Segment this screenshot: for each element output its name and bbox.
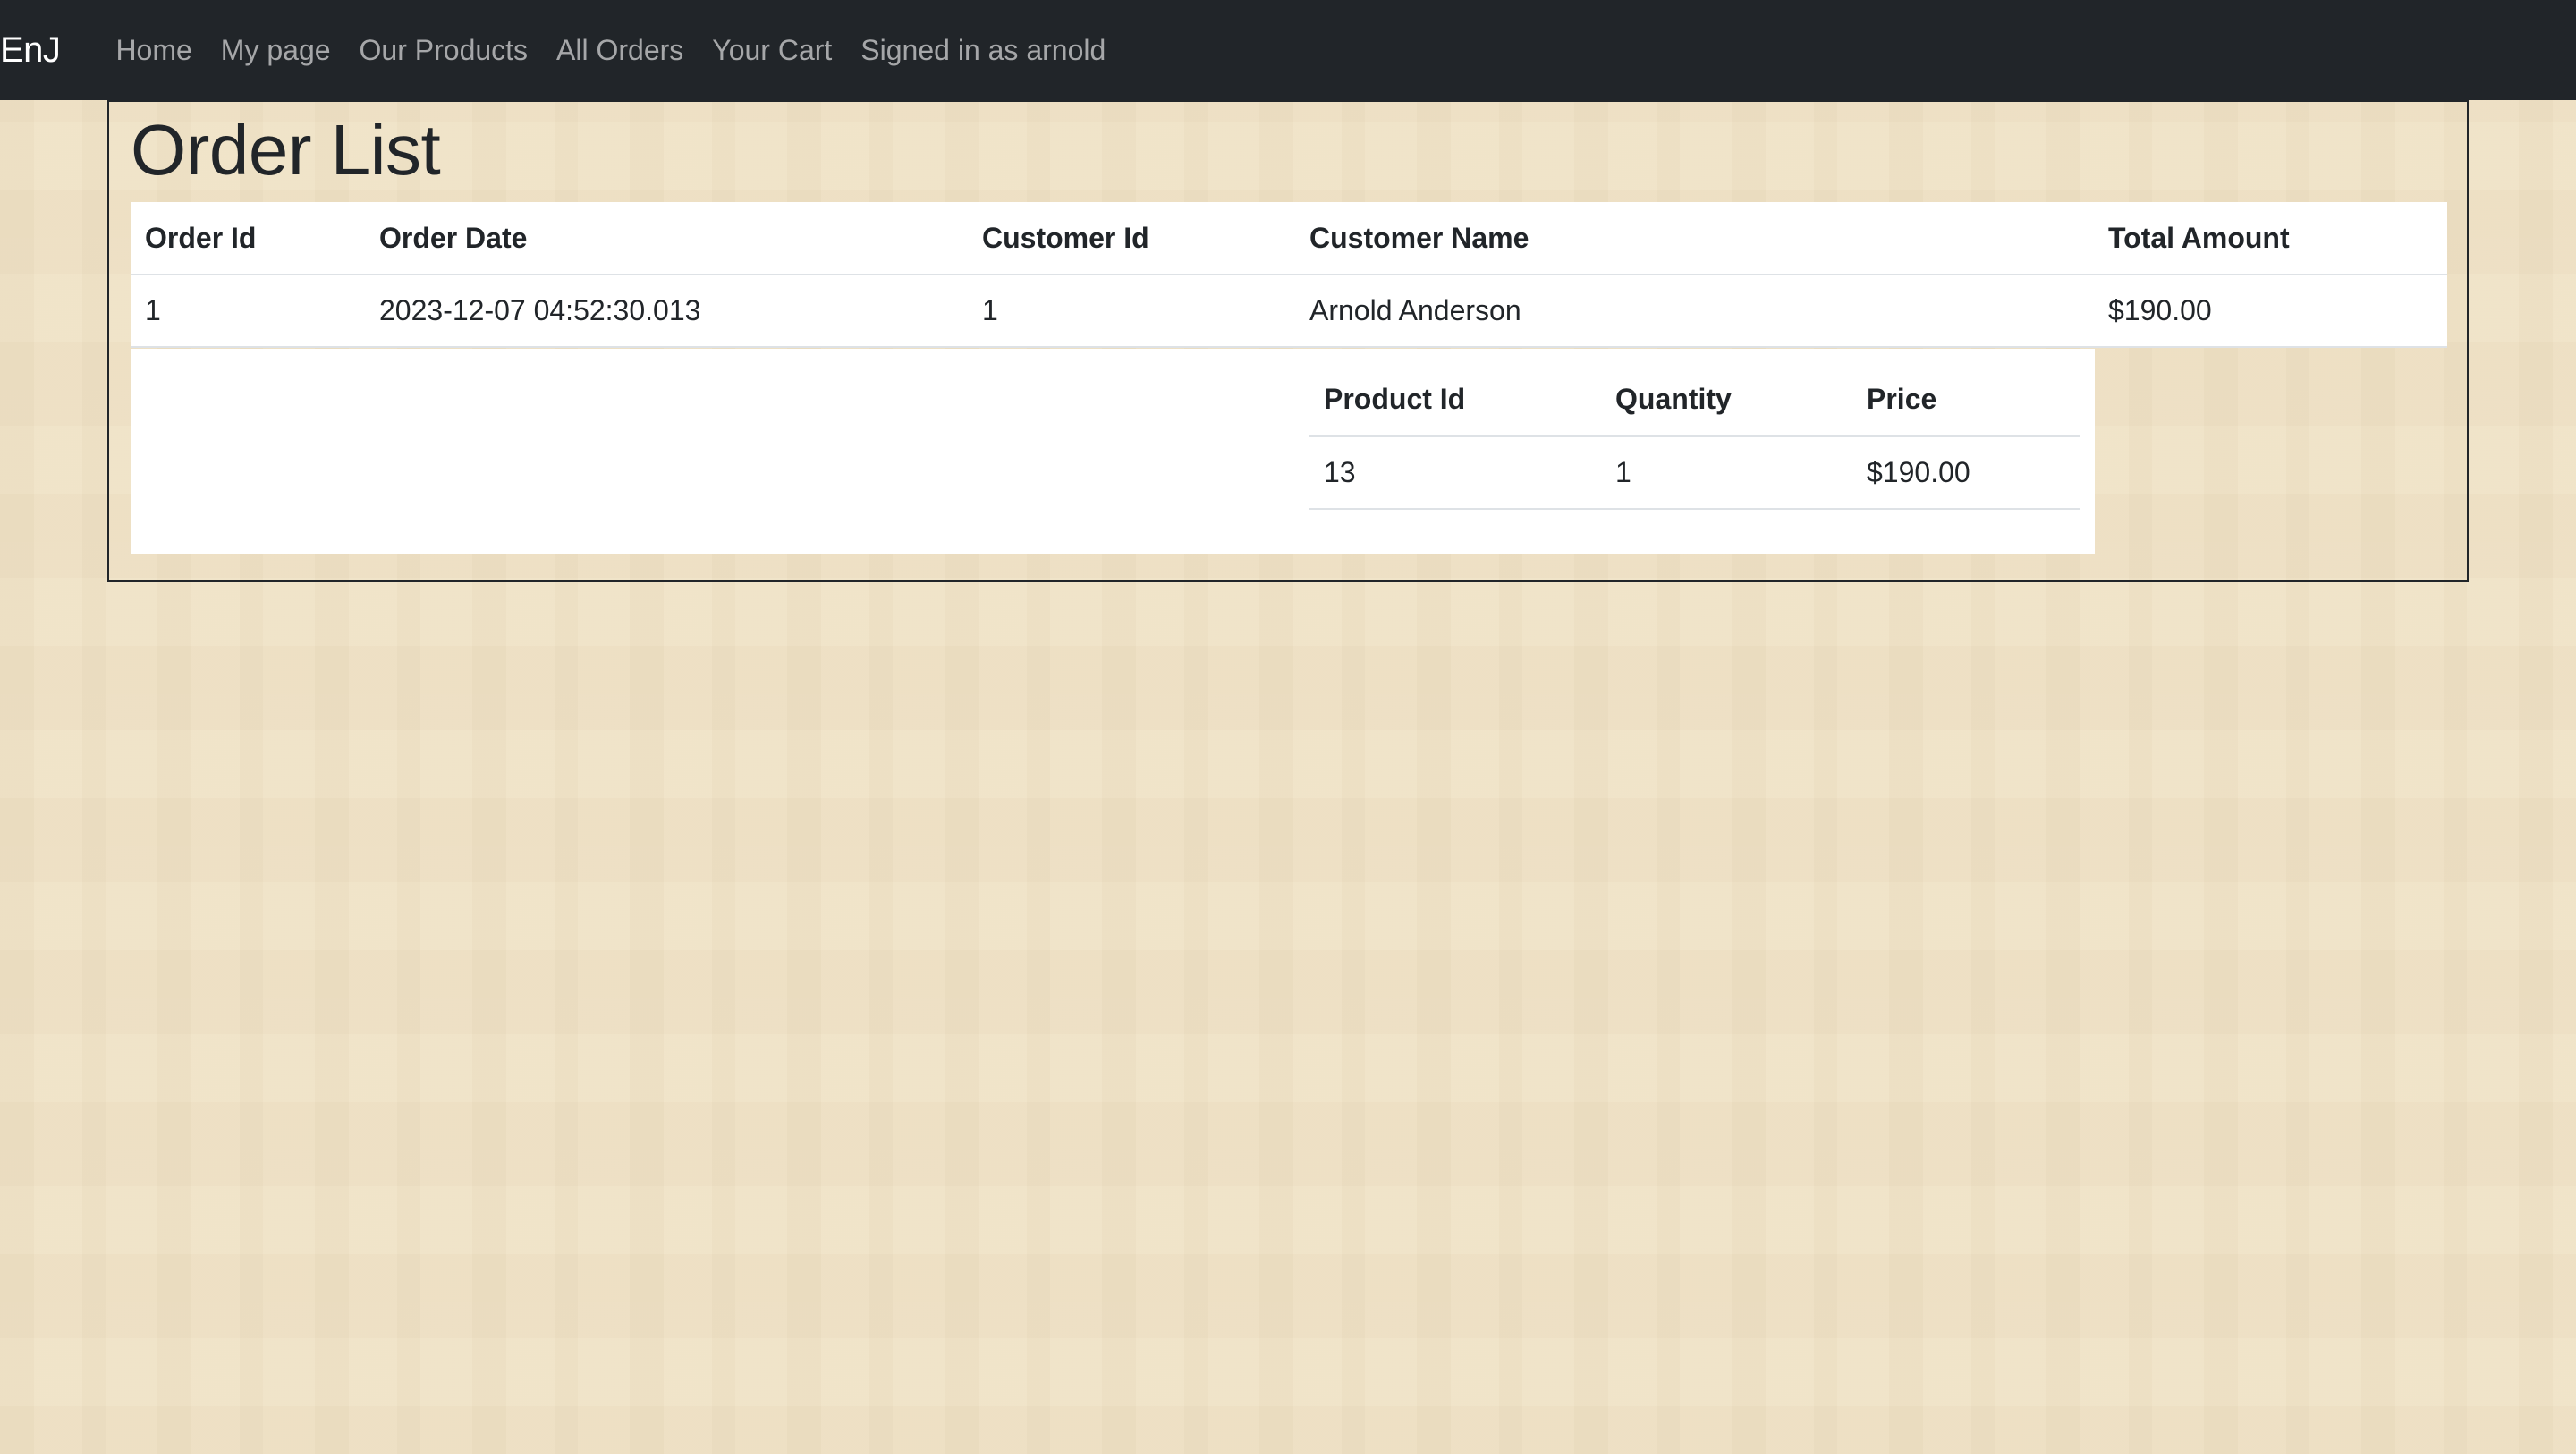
nav-link-all-orders[interactable]: All Orders	[542, 34, 698, 67]
column-header-order-date: Order Date	[365, 202, 968, 275]
nav-link-my-page[interactable]: My page	[207, 34, 345, 67]
nav-link-home[interactable]: Home	[101, 34, 206, 67]
order-list-container: Order List Order Id Order Date Customer …	[107, 100, 2469, 582]
orders-table-header-row: Order Id Order Date Customer Id Customer…	[131, 202, 2447, 275]
order-date-cell: 2023-12-07 04:52:30.013	[365, 275, 968, 348]
customer-id-cell: 1	[968, 275, 1295, 348]
column-header-customer-id: Customer Id	[968, 202, 1295, 275]
order-items-table: Product Id Quantity Price 13 1 $190.00	[1309, 349, 2080, 510]
nav-link-signed-in-user[interactable]: Signed in as arnold	[846, 34, 1120, 67]
nav-link-your-cart[interactable]: Your Cart	[698, 34, 846, 67]
orders-table: Order Id Order Date Customer Id Customer…	[131, 202, 2447, 348]
brand-logo[interactable]: EnJ	[0, 30, 61, 71]
items-table-header-row: Product Id Quantity Price	[1309, 349, 2080, 437]
product-id-cell: 13	[1309, 436, 1601, 510]
column-header-order-id: Order Id	[131, 202, 365, 275]
column-header-quantity: Quantity	[1601, 349, 1852, 437]
column-header-total-amount: Total Amount	[2094, 202, 2447, 275]
order-item-row: 13 1 $190.00	[1309, 436, 2080, 510]
order-id-cell: 1	[131, 275, 365, 348]
column-header-customer-name: Customer Name	[1295, 202, 2094, 275]
column-header-price: Price	[1852, 349, 2080, 437]
top-navbar: EnJ Home My page Our Products All Orders…	[0, 0, 2576, 100]
nav-links: Home My page Our Products All Orders You…	[101, 0, 1120, 100]
quantity-cell: 1	[1601, 436, 1852, 510]
total-amount-cell: $190.00	[2094, 275, 2447, 348]
order-items-panel: Product Id Quantity Price 13 1 $190.00	[131, 349, 2095, 554]
nav-link-our-products[interactable]: Our Products	[345, 34, 543, 67]
column-header-product-id: Product Id	[1309, 349, 1601, 437]
order-row: 1 2023-12-07 04:52:30.013 1 Arnold Ander…	[131, 275, 2447, 348]
customer-name-cell: Arnold Anderson	[1295, 275, 2094, 348]
page-title: Order List	[131, 110, 441, 190]
price-cell: $190.00	[1852, 436, 2080, 510]
